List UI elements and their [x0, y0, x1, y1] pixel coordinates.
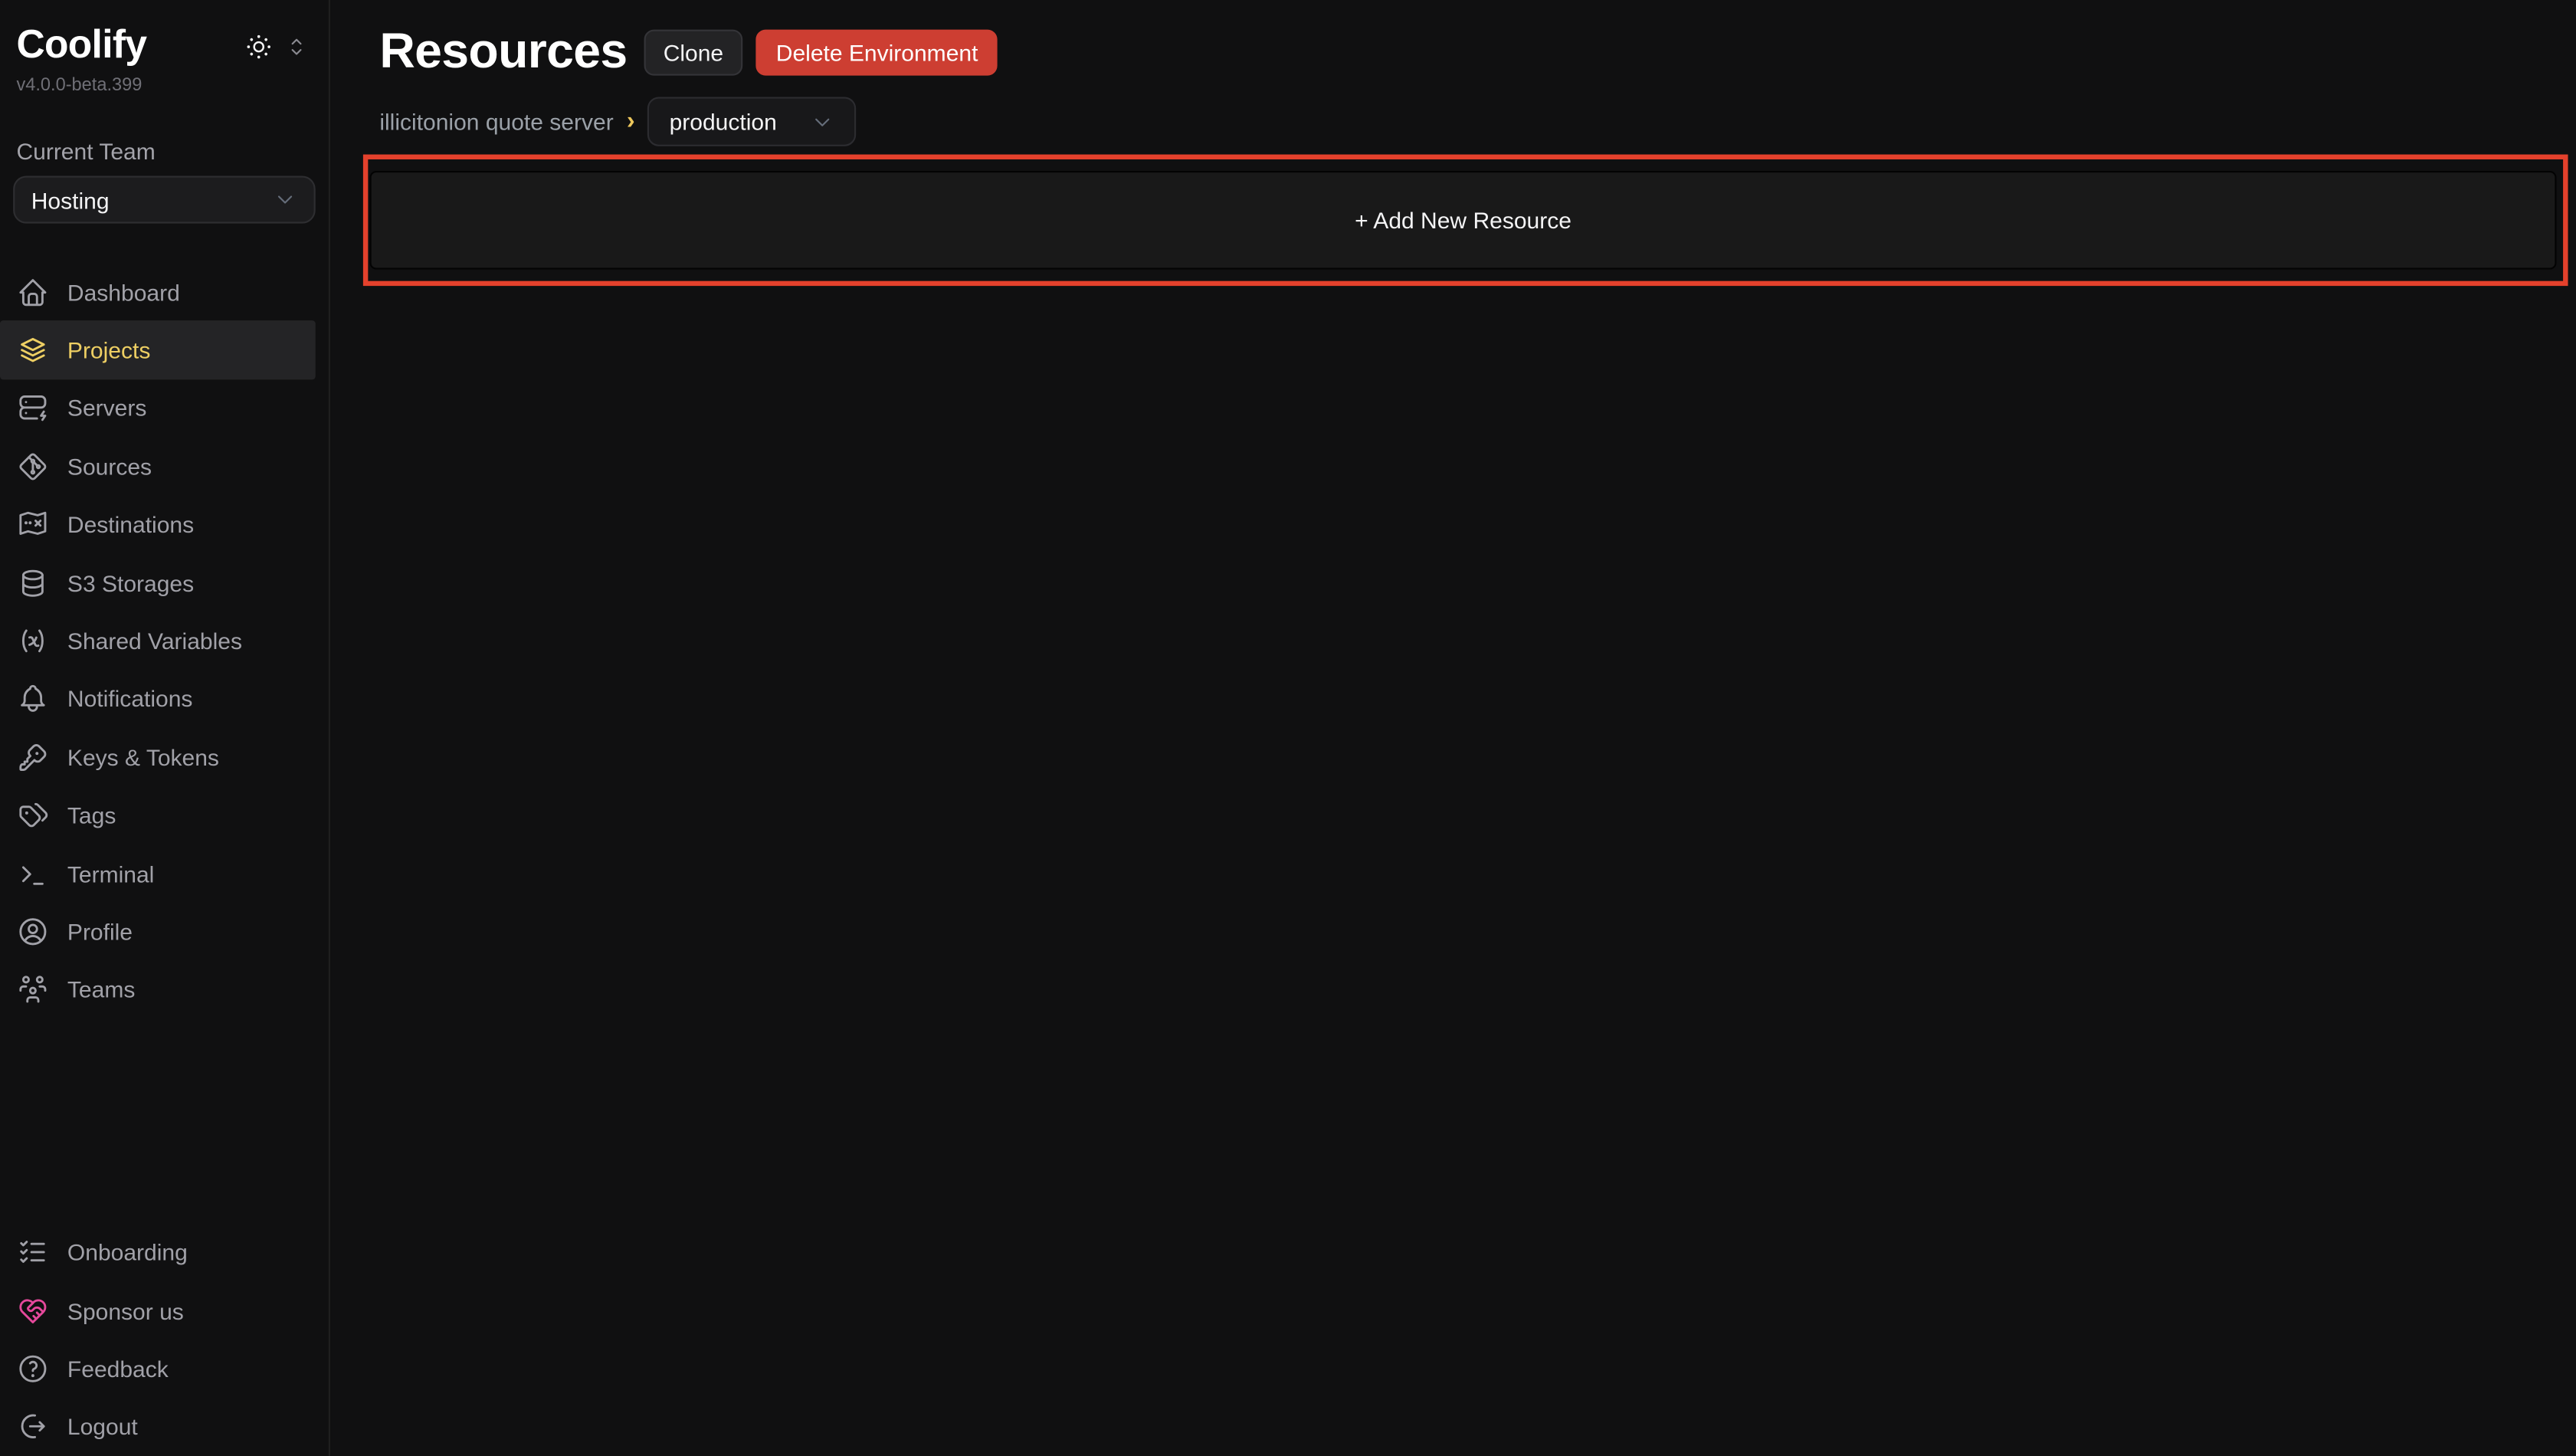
sidebar-item-keys-tokens[interactable]: Keys & Tokens	[0, 728, 329, 786]
sidebar-item-profile[interactable]: Profile	[0, 903, 329, 961]
sidebar-item-tags[interactable]: Tags	[0, 786, 329, 844]
page-header: Resources Clone Delete Environment	[379, 25, 2576, 80]
sidebar-item-label: Teams	[67, 977, 135, 1003]
sidebar-nav: Dashboard Projects Servers Sources Desti…	[0, 263, 329, 1019]
sidebar-item-projects[interactable]: Projects	[0, 321, 316, 379]
help-circle-icon	[16, 1353, 49, 1385]
sidebar-item-destinations[interactable]: Destinations	[0, 496, 329, 554]
sidebar-item-label: Feedback	[67, 1356, 169, 1382]
app-version: v4.0.0-beta.399	[0, 76, 329, 96]
breadcrumb: illicitonion quote server › production	[379, 97, 2576, 146]
sidebar-item-onboarding[interactable]: Onboarding	[0, 1223, 329, 1281]
sidebar-item-notifications[interactable]: Notifications	[0, 670, 329, 728]
users-group-icon	[16, 973, 49, 1006]
version-selector-icon[interactable]	[284, 34, 309, 58]
sidebar-item-label: Keys & Tokens	[67, 744, 219, 770]
sidebar-item-label: Servers	[67, 395, 146, 421]
environment-selector-value: production	[670, 109, 777, 135]
chevron-down-icon	[273, 187, 297, 212]
sidebar-item-servers[interactable]: Servers	[0, 379, 329, 438]
sidebar-item-label: Dashboard	[67, 279, 180, 305]
app-window: Coolify v4.0.0-beta.399 Current Team Hos…	[0, 0, 2576, 1456]
sidebar-item-label: Logout	[67, 1414, 138, 1440]
bell-icon	[16, 683, 49, 716]
main-content: Resources Clone Delete Environment illic…	[330, 0, 2576, 1456]
sidebar: Coolify v4.0.0-beta.399 Current Team Hos…	[0, 0, 330, 1456]
layers-icon	[16, 333, 49, 366]
clone-button[interactable]: Clone	[644, 30, 743, 76]
breadcrumb-project-link[interactable]: illicitonion quote server	[379, 109, 613, 135]
page-title: Resources	[379, 25, 627, 80]
add-new-resource-button[interactable]: + Add New Resource	[369, 171, 2556, 270]
key-icon	[16, 741, 49, 774]
sidebar-item-label: Profile	[67, 919, 133, 945]
sidebar-item-sources[interactable]: Sources	[0, 438, 329, 496]
chevron-down-icon	[811, 110, 835, 134]
team-selector[interactable]: Hosting	[13, 175, 316, 223]
tags-icon	[16, 799, 49, 832]
variable-icon	[16, 625, 49, 657]
sidebar-item-terminal[interactable]: Terminal	[0, 844, 329, 903]
sidebar-item-logout[interactable]: Logout	[0, 1398, 329, 1456]
sidebar-item-label: Sponsor us	[67, 1297, 184, 1323]
sidebar-item-label: Projects	[67, 337, 150, 363]
sidebar-item-label: Shared Variables	[67, 628, 242, 654]
terminal-icon	[16, 857, 49, 890]
heart-handshake-icon	[16, 1294, 49, 1327]
sidebar-item-label: Tags	[67, 802, 116, 828]
sidebar-item-label: Destinations	[67, 511, 194, 537]
home-icon	[16, 276, 49, 309]
database-icon	[16, 566, 49, 599]
app-logo: Coolify	[16, 23, 146, 69]
sidebar-item-label: Sources	[67, 454, 152, 480]
sidebar-item-teams[interactable]: Teams	[0, 961, 329, 1019]
sidebar-item-dashboard[interactable]: Dashboard	[0, 263, 329, 321]
team-selector-value: Hosting	[31, 186, 110, 212]
theme-toggle-sun-icon[interactable]	[245, 32, 273, 60]
current-team-label: Current Team	[0, 138, 329, 164]
sidebar-item-s3-storages[interactable]: S3 Storages	[0, 554, 329, 612]
sidebar-footer-nav: Onboarding Sponsor us Feedback Logout	[0, 1223, 329, 1456]
logout-icon	[16, 1410, 49, 1443]
sidebar-item-label: Terminal	[67, 861, 154, 887]
user-circle-icon	[16, 915, 49, 948]
sidebar-item-label: Onboarding	[67, 1239, 188, 1265]
chevron-right-icon: ›	[627, 107, 635, 134]
sidebar-item-label: S3 Storages	[67, 569, 194, 595]
sidebar-item-feedback[interactable]: Feedback	[0, 1340, 329, 1398]
list-check-icon	[16, 1236, 49, 1269]
sidebar-item-label: Notifications	[67, 686, 193, 712]
logo-row: Coolify	[0, 23, 329, 69]
map-icon	[16, 508, 49, 541]
environment-selector[interactable]: production	[648, 97, 857, 146]
sidebar-item-shared-variables[interactable]: Shared Variables	[0, 612, 329, 670]
delete-environment-button[interactable]: Delete Environment	[756, 30, 998, 76]
server-bolt-icon	[16, 392, 49, 425]
git-icon	[16, 450, 49, 483]
sidebar-item-sponsor-us[interactable]: Sponsor us	[0, 1281, 329, 1340]
